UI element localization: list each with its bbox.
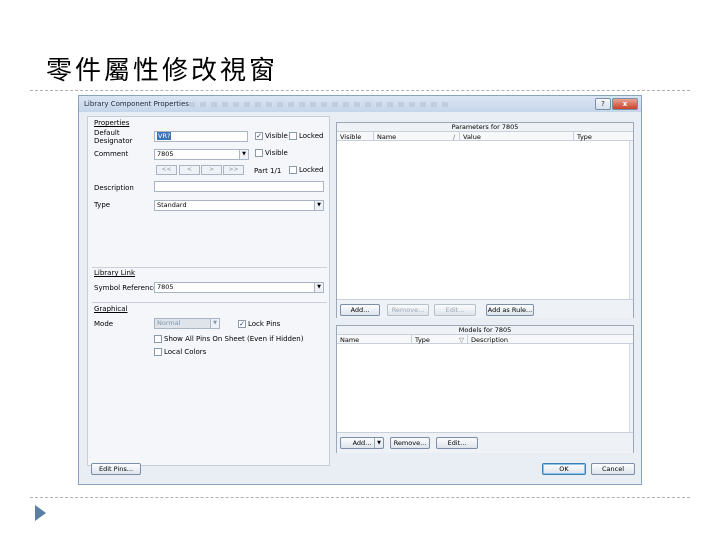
chevron-down-icon: ▼	[314, 283, 323, 292]
parameters-scrollbar[interactable]	[629, 141, 633, 299]
help-button[interactable]: ?	[595, 98, 611, 110]
designator-label: Default	[94, 129, 120, 137]
models-footer: Add... ▼ Remove... Edit...	[337, 432, 633, 453]
graphical-group-label: Graphical	[94, 305, 128, 313]
local-colors-label: Local Colors	[164, 348, 207, 356]
designator-visible-checkbox[interactable]: ✓	[255, 132, 263, 140]
add-parameter-button[interactable]: Add...	[340, 304, 380, 316]
remove-parameter-button[interactable]: Remove...	[387, 304, 429, 316]
models-caption: Models for 7805	[337, 326, 633, 335]
chevron-down-icon: ▼	[210, 319, 219, 328]
top-divider	[30, 90, 690, 91]
parameters-header-row: Visible Name / Value Type	[337, 132, 633, 141]
chevron-down-icon: ▼	[374, 438, 383, 448]
remove-model-button[interactable]: Remove...	[390, 437, 430, 449]
models-col-name[interactable]: Name	[340, 336, 359, 344]
comment-visible-checkbox[interactable]	[255, 149, 263, 157]
left-properties-panel: Properties Default Designator VR? ✓ Visi…	[87, 116, 330, 466]
designator-label-line2: Designator	[94, 137, 133, 145]
properties-group-label: Properties	[94, 119, 130, 127]
part-locked-checkbox[interactable]	[289, 166, 297, 174]
slide-title: 零件屬性修改視窗	[46, 56, 279, 86]
show-all-pins-label: Show All Pins On Sheet (Even if Hidden)	[164, 335, 304, 343]
description-input[interactable]	[154, 181, 324, 192]
add-model-label: Add...	[352, 439, 372, 447]
symbol-reference-value: 7805	[157, 283, 174, 291]
last-part-button[interactable]: >>	[223, 165, 244, 175]
sort-indicator-icon: ▽	[459, 336, 464, 344]
bullet-arrow-icon	[35, 505, 46, 521]
bottom-divider	[30, 497, 690, 498]
mode-value: Normal	[157, 319, 181, 327]
comment-value: 7805	[157, 150, 174, 158]
chevron-down-icon: ▼	[239, 150, 248, 159]
designator-locked-label: Locked	[299, 132, 324, 140]
chevron-down-icon: ▼	[314, 201, 323, 210]
parameters-grid[interactable]: Parameters for 7805 Visible Name / Value…	[336, 122, 634, 318]
mode-label: Mode	[94, 320, 114, 328]
mode-select[interactable]: Normal ▼	[154, 318, 220, 329]
models-header-row: Name Type ▽ Description	[337, 335, 633, 344]
show-all-pins-checkbox[interactable]	[154, 335, 162, 343]
cancel-button[interactable]: Cancel	[591, 463, 635, 475]
parameters-footer: Add... Remove... Edit... Add as Rule...	[337, 299, 633, 318]
edit-model-button[interactable]: Edit...	[436, 437, 478, 449]
library-link-separator	[92, 267, 327, 268]
dialog-titlebar[interactable]: Library Component Properties ? x	[79, 96, 641, 112]
lock-pins-checkbox[interactable]: ✓	[238, 320, 246, 328]
previous-part-button[interactable]: <	[179, 165, 200, 175]
add-model-button[interactable]: Add... ▼	[340, 437, 384, 449]
close-button[interactable]: x	[612, 98, 638, 110]
designator-input[interactable]: VR?	[154, 131, 248, 142]
first-part-button[interactable]: <<	[156, 165, 177, 175]
library-component-properties-dialog: Library Component Properties ? x Propert…	[78, 95, 642, 485]
parameters-col-name[interactable]: Name	[377, 133, 396, 141]
parameters-col-type[interactable]: Type	[577, 133, 592, 141]
type-label: Type	[94, 201, 111, 209]
library-link-group-label: Library Link	[94, 269, 136, 277]
designator-locked-checkbox[interactable]	[289, 132, 297, 140]
description-label: Description	[94, 184, 134, 192]
lock-pins-label: Lock Pins	[248, 320, 281, 328]
background-toolbar-ghost	[189, 102, 449, 107]
edit-parameter-button[interactable]: Edit...	[434, 304, 476, 316]
sort-indicator-icon: /	[453, 133, 456, 141]
edit-pins-button[interactable]: Edit Pins...	[91, 463, 141, 475]
type-value: Standard	[157, 201, 187, 209]
parameters-caption: Parameters for 7805	[337, 123, 633, 132]
add-as-rule-button[interactable]: Add as Rule...	[486, 304, 534, 316]
designator-visible-label: Visible	[265, 132, 288, 140]
type-select[interactable]: Standard ▼	[154, 200, 324, 211]
models-col-type[interactable]: Type	[415, 336, 430, 344]
comment-label: Comment	[94, 150, 129, 158]
comment-select[interactable]: 7805 ▼	[154, 149, 249, 160]
symbol-reference-label: Symbol Reference	[94, 284, 158, 292]
models-grid[interactable]: Models for 7805 Name Type ▽ Description …	[336, 325, 634, 453]
next-part-button[interactable]: >	[201, 165, 222, 175]
part-locked-label: Locked	[299, 166, 324, 174]
symbol-reference-select[interactable]: 7805 ▼	[154, 282, 324, 293]
part-label: Part 1/1	[254, 167, 282, 175]
comment-visible-label: Visible	[265, 149, 288, 157]
models-scrollbar[interactable]	[629, 344, 633, 432]
ok-button[interactable]: OK	[542, 463, 586, 475]
parameters-col-value[interactable]: Value	[463, 133, 481, 141]
graphical-separator	[92, 302, 327, 303]
designator-value: VR?	[157, 132, 172, 140]
local-colors-checkbox[interactable]	[154, 348, 162, 356]
parameters-col-visible[interactable]: Visible	[340, 133, 361, 141]
dialog-title: Library Component Properties	[84, 100, 189, 108]
models-col-description[interactable]: Description	[471, 336, 508, 344]
